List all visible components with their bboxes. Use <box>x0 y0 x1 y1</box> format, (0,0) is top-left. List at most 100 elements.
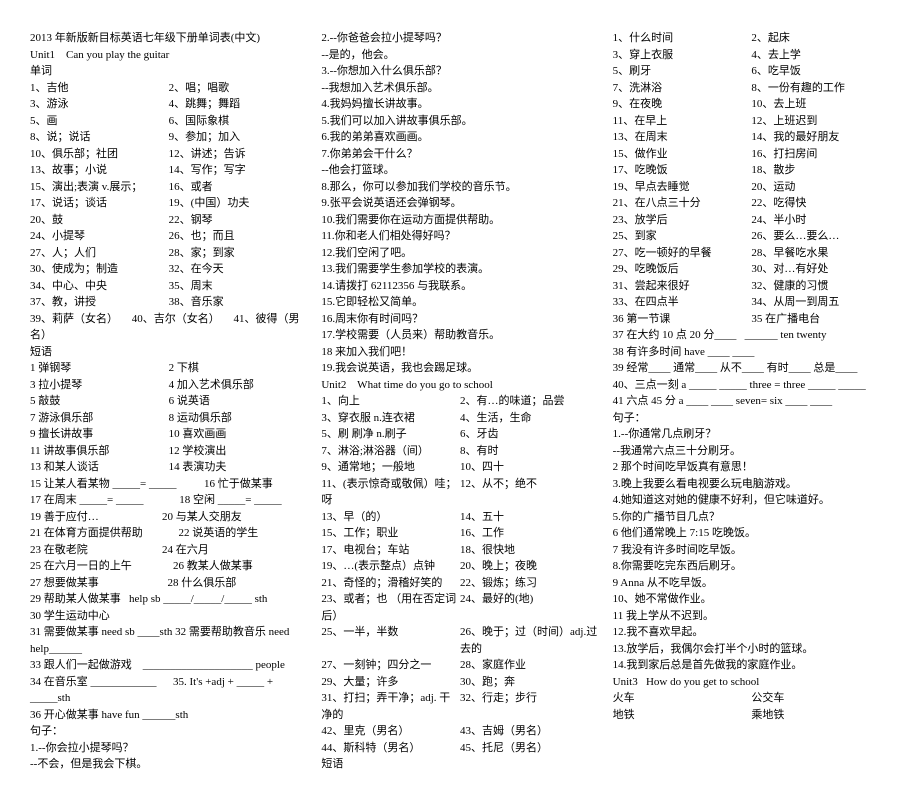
pair-row: 23、放学后24、半小时 <box>613 212 890 229</box>
pair-row: 5、画6、国际象棋 <box>30 113 307 130</box>
pair-left: 31、尝起来很好 <box>613 278 752 295</box>
text-line: Unit3 How do you get to school <box>613 674 890 691</box>
pair-right: 12、从不；绝不 <box>460 476 599 509</box>
pair-row: 13 和某人谈话14 表演功夫 <box>30 459 307 476</box>
pair-right: 34、从周一到周五 <box>751 294 890 311</box>
pair-row: 9 擅长讲故事10 喜欢画画 <box>30 426 307 443</box>
text-line: 19 善于应付… 20 与某人交朋友 <box>30 509 307 526</box>
text-line: 9 Anna 从不吃早饭。 <box>613 575 890 592</box>
c2-pairs: 1、向上2、有…的味道；品尝3、穿衣服 n.连衣裙4、生活，生命5、刷 刷净 n… <box>321 393 598 756</box>
text-line: 7.你弟弟会干什么？ <box>321 146 598 163</box>
text-line: 19.我会说英语，我也会踢足球。 <box>321 360 598 377</box>
column-2: 2.--你爸爸会拉小提琴吗？--是的，他会。3.--你想加入什么俱乐部？--我想… <box>321 30 598 773</box>
pair-row: 15、工作；职业16、工作 <box>321 525 598 542</box>
c2-footer: 短语 <box>321 756 598 773</box>
pair-left: 31、打扫；弄干净；adj. 干净的 <box>321 690 460 723</box>
text-line: 句子： <box>613 410 890 427</box>
text-line: 15.它即轻松又简单。 <box>321 294 598 311</box>
text-line: 11.你和老人们相处得好吗？ <box>321 228 598 245</box>
pair-right: 26、晚于；过（时间）adj.过去的 <box>460 624 599 657</box>
text-line: 37 在大约 10 点 20 分____ ______ ten twenty <box>613 327 890 344</box>
text-line: 句子： <box>30 723 307 740</box>
pair-left: 33、在四点半 <box>613 294 752 311</box>
pair-right: 10、四十 <box>460 459 599 476</box>
text-line: 30 学生运动中心 <box>30 608 307 625</box>
pair-right: 32、健康的习惯 <box>751 278 890 295</box>
text-line: 5.我们可以加入讲故事俱乐部。 <box>321 113 598 130</box>
column-1: 2013 年新版新目标英语七年级下册单词表(中文) Unit1 Can you … <box>30 30 307 773</box>
pair-row: 27、吃一顿好的早餐28、早餐吃水果 <box>613 245 890 262</box>
pair-left: 3、游泳 <box>30 96 169 113</box>
pair-right: 20、运动 <box>751 179 890 196</box>
pair-left: 9、在夜晚 <box>613 96 752 113</box>
text-line: 3.晚上我要么看电视要么玩电脑游戏。 <box>613 476 890 493</box>
pair-left: 27、人；人们 <box>30 245 169 262</box>
text-line: 5.你的广播节目几点？ <box>613 509 890 526</box>
text-line: 2 那个时间吃早饭真有意思！ <box>613 459 890 476</box>
pair-row: 31、尝起来很好32、健康的习惯 <box>613 278 890 295</box>
text-line: 17 在周末 _____= _____ 18 空闲 _____= _____ <box>30 492 307 509</box>
text-line: 13.放学后，我偶尔会打半个小时的篮球。 <box>613 641 890 658</box>
pair-left: 3、穿衣服 n.连衣裙 <box>321 410 460 427</box>
c2-lines: 2.--你爸爸会拉小提琴吗？--是的，他会。3.--你想加入什么俱乐部？--我想… <box>321 30 598 393</box>
pair-left: 13、故事；小说 <box>30 162 169 179</box>
pair-right: 28、早餐吃水果 <box>751 245 890 262</box>
text-line: 13.我们需要学生参加学校的表演。 <box>321 261 598 278</box>
pair-row: 1、什么时间2、起床 <box>613 30 890 47</box>
pair-row: 10、俱乐部；社团12、讲述；告诉 <box>30 146 307 163</box>
pair-left: 19、早点去睡觉 <box>613 179 752 196</box>
pair-left: 17、吃晚饭 <box>613 162 752 179</box>
pair-left: 5 敲鼓 <box>30 393 169 410</box>
pair-left: 9、通常地；一般地 <box>321 459 460 476</box>
pair-row: 3、穿上衣服4、去上学 <box>613 47 890 64</box>
phrase-lines: 15 让某人看某物 _____= _____ 16 忙于做某事17 在周末 __… <box>30 476 307 773</box>
pair-left: 11、在早上 <box>613 113 752 130</box>
text-line: 4.她知道这对她的健康不好利，但它味道好。 <box>613 492 890 509</box>
pair-row: 3、游泳4、跳舞；舞蹈 <box>30 96 307 113</box>
pair-row: 29、吃晚饭后30、对…有好处 <box>613 261 890 278</box>
pair-left: 44、斯科特（男名） <box>321 740 460 757</box>
pair-right: 4、跳舞；舞蹈 <box>169 96 308 113</box>
pair-left: 29、吃晚饭后 <box>613 261 752 278</box>
pair-row: 17、说话；谈话19、(中国）功夫 <box>30 195 307 212</box>
pair-left: 25、一半，半数 <box>321 624 460 657</box>
pair-right: 14、我的最好朋友 <box>751 129 890 146</box>
c3-pairs: 1、什么时间2、起床3、穿上衣服4、去上学5、刷牙6、吃早饭7、洗淋浴8、一份有… <box>613 30 890 327</box>
pair-row: 7 游泳俱乐部8 运动俱乐部 <box>30 410 307 427</box>
text-line: --我通常六点三十分刷牙。 <box>613 443 890 460</box>
pair-right: 16、或者 <box>169 179 308 196</box>
pair-row: 34、中心、中央35、周末 <box>30 278 307 295</box>
doc-title: 2013 年新版新目标英语七年级下册单词表(中文) <box>30 30 307 47</box>
pair-row: 火车公交车 <box>613 690 890 707</box>
pair-right: 6、吃早饭 <box>751 63 890 80</box>
pair-left: 火车 <box>613 690 752 707</box>
pair-right: 10 喜欢画画 <box>169 426 308 443</box>
pair-left: 25、到家 <box>613 228 752 245</box>
text-line: 23 在敬老院 24 在六月 <box>30 542 307 559</box>
text-line: 14.请拨打 62112356 与我联系。 <box>321 278 598 295</box>
text-line: --我想加入艺术俱乐部。 <box>321 80 598 97</box>
pair-left: 13、在周末 <box>613 129 752 146</box>
pair-row: 37、教，讲授38、音乐家 <box>30 294 307 311</box>
pair-row: 1、吉他2、唱；唱歌 <box>30 80 307 97</box>
pair-left: 36 第一节课 <box>613 311 752 328</box>
pair-right: 6、国际象棋 <box>169 113 308 130</box>
pair-right: 2、有…的味道；品尝 <box>460 393 599 410</box>
pair-right: 4、去上学 <box>751 47 890 64</box>
pair-left: 37、教，讲授 <box>30 294 169 311</box>
pair-right: 20、晚上；夜晚 <box>460 558 599 575</box>
pair-right: 38、音乐家 <box>169 294 308 311</box>
pair-left: 15、工作；职业 <box>321 525 460 542</box>
pair-right: 18、散步 <box>751 162 890 179</box>
text-line: 4.我妈妈擅长讲故事。 <box>321 96 598 113</box>
pair-right: 43、吉姆（男名） <box>460 723 599 740</box>
pair-right: 14、写作；写字 <box>169 162 308 179</box>
text-line: 6.我的弟弟喜欢画画。 <box>321 129 598 146</box>
pair-right: 28、家；到家 <box>169 245 308 262</box>
page-columns: 2013 年新版新目标英语七年级下册单词表(中文) Unit1 Can you … <box>30 30 890 773</box>
pair-right: 45、托尼（男名） <box>460 740 599 757</box>
text-line: 6 他们通常晚上 7:15 吃晚饭。 <box>613 525 890 542</box>
text-line: 41 六点 45 分 a ____ ____ seven= six ____ _… <box>613 393 890 410</box>
text-line: 25 在六月一日的上午 26 教某人做某事 <box>30 558 307 575</box>
text-line: 8.那么，你可以参加我们学校的音乐节。 <box>321 179 598 196</box>
